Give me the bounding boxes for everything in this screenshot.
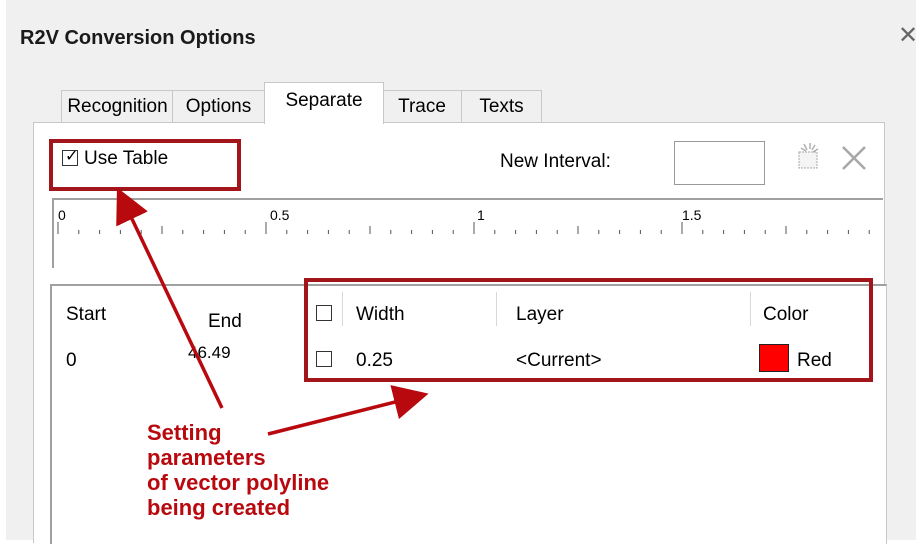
arrow-to-columns xyxy=(267,385,429,436)
annotation-arrows xyxy=(116,187,429,436)
arrow-to-use-table xyxy=(116,187,224,409)
